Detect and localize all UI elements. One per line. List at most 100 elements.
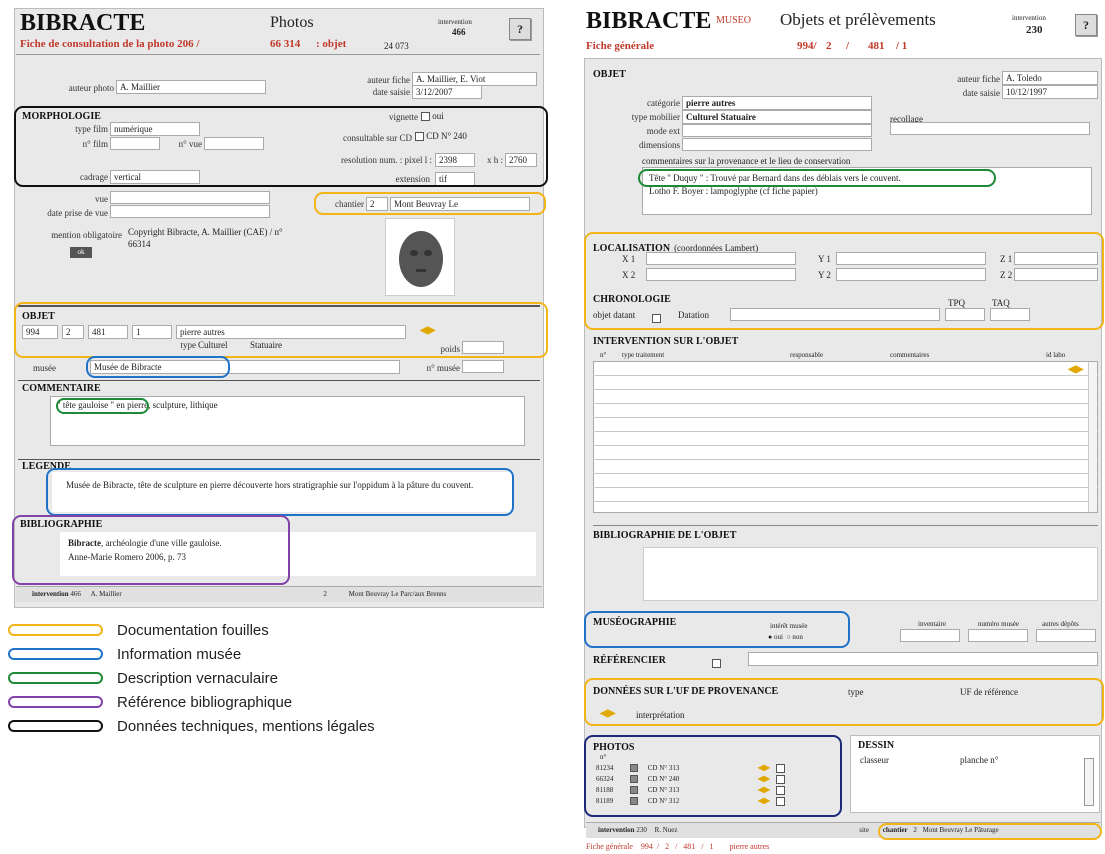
legend-label: Données techniques, mentions légales: [117, 717, 375, 735]
auteur-photo-field[interactable]: A. Maillier: [116, 80, 266, 94]
legend-item: Description vernaculaire: [8, 668, 278, 688]
left-footer-l1: intervention: [32, 590, 69, 598]
right-footer-l3: R. Nuez: [654, 826, 678, 834]
date-prise-field[interactable]: [110, 205, 270, 218]
right-date-field[interactable]: 10/12/1997: [1002, 85, 1098, 99]
legend-swatch: [8, 624, 103, 636]
musee-label: musée: [33, 363, 56, 373]
biblio-rule: [593, 525, 1098, 526]
referencier-title: RÉFÉRENCIER: [593, 655, 666, 666]
chantier-footer-highlight: [878, 823, 1102, 840]
provenance-line2: Lotho F. Boyer : lampoglyphe (cf fiche p…: [649, 186, 818, 196]
left-objet: : objet: [316, 38, 347, 50]
mention-label: mention obligatoire: [51, 230, 122, 240]
left-intervention-label: intervention: [438, 18, 472, 26]
left-help-button[interactable]: ?: [509, 18, 531, 40]
referencier-check-box[interactable]: [712, 658, 721, 668]
vue-field[interactable]: [110, 191, 270, 204]
mention-value: Copyright Bibracte, A. Maillier (CAE) / …: [128, 227, 283, 249]
right-date-label: date saisie: [962, 88, 1000, 98]
numero-musee-field[interactable]: [968, 629, 1028, 642]
intervention-col-n: n°: [600, 351, 607, 359]
intervention-col-commentaires: commentaires: [890, 351, 930, 359]
uf-highlight: [584, 678, 1104, 726]
intervention-table-row: [593, 501, 1098, 502]
right-intervention-label: intervention: [1012, 14, 1046, 22]
numero-musee-label: numéro musée: [978, 620, 1020, 628]
intervention-table-row: [593, 389, 1098, 390]
mode-field[interactable]: [682, 124, 872, 137]
intervention-col-type: type traitement: [622, 351, 665, 359]
categorie-field[interactable]: pierre autres: [682, 96, 872, 110]
autres-depots-field[interactable]: [1036, 629, 1096, 642]
dessin-scrollbar[interactable]: [1084, 758, 1094, 806]
comment-rule: [18, 380, 540, 381]
intervention-table-row: [593, 445, 1098, 446]
intervention-table-row: [593, 487, 1098, 488]
vue-label: vue: [95, 194, 108, 204]
referencier-checkbox[interactable]: [712, 654, 721, 672]
museographie-highlight: [584, 611, 850, 648]
legende-rule: [18, 459, 540, 460]
type-mobilier-label: type mobilier: [631, 112, 680, 122]
legend-swatch: [8, 720, 103, 732]
localisation-highlight: [584, 232, 1104, 330]
right-c2: 2: [826, 40, 832, 52]
right-c3: /: [846, 40, 850, 52]
left-section-title: Photos: [270, 14, 314, 31]
intervention-title: INTERVENTION SUR L'OBJET: [593, 336, 739, 347]
date-saisie-label: date saisie: [372, 87, 410, 97]
referencier-field[interactable]: [748, 652, 1098, 666]
categorie-label: catégorie: [647, 98, 680, 108]
left-footer-l2: 466: [70, 590, 81, 598]
legend-label: Référence bibliographique: [117, 693, 293, 711]
right-auteur-field[interactable]: A. Toledo: [1002, 71, 1098, 85]
type-mobilier-field[interactable]: Culturel Statuaire: [682, 110, 872, 124]
legend-item: Référence bibliographique: [8, 692, 292, 712]
intervention-scrollbar[interactable]: [1088, 362, 1097, 512]
right-objet-title: OBJET: [593, 69, 626, 80]
left-ref: 66 314: [270, 38, 301, 50]
intervention-table-row: [593, 375, 1098, 376]
left-footer: intervention 466 A. Maillier 2 Mont Beuv…: [16, 586, 542, 602]
intervention-table-row: [593, 431, 1098, 432]
right-help-button[interactable]: ?: [1075, 14, 1097, 36]
left-num: 24 073: [384, 41, 409, 51]
recollage-field[interactable]: [890, 122, 1090, 135]
legend-label: Documentation fouilles: [117, 621, 269, 639]
chantier-highlight: [314, 192, 546, 215]
legend-label: Description vernaculaire: [117, 669, 278, 687]
date-saisie-field[interactable]: 3/12/2007: [412, 85, 482, 99]
inventaire-field[interactable]: [900, 629, 960, 642]
legend-item: Données techniques, mentions légales: [8, 716, 375, 736]
morphologie-highlight: [14, 106, 548, 187]
biblio-objet-field[interactable]: [643, 547, 1098, 601]
legend-swatch: [8, 672, 103, 684]
n-musee-field[interactable]: [462, 360, 504, 373]
legend-swatch: [8, 696, 103, 708]
n-musee-label: n° musée: [426, 363, 460, 373]
autres-depots-label: autres dépôts: [1042, 620, 1079, 628]
legend-label: Information musée: [117, 645, 242, 663]
date-prise-label: date prise de vue: [47, 208, 108, 218]
ok-button[interactable]: ok: [70, 247, 92, 258]
commentaire-highlight: [56, 398, 149, 414]
left-title-rule: [16, 54, 540, 55]
intervention-table[interactable]: [593, 361, 1098, 513]
dimensions-field[interactable]: [682, 138, 872, 151]
photos-highlight: [584, 735, 842, 817]
right-section-title: Objets et prélèvements: [780, 10, 936, 29]
right-intervention-value: 230: [1026, 24, 1043, 36]
intervention-table-row: [593, 473, 1098, 474]
mode-label: mode ext: [646, 126, 680, 136]
legend-item: Documentation fouilles: [8, 620, 269, 640]
right-museo: MUSEO: [716, 15, 752, 26]
intervention-table-row: [593, 417, 1098, 418]
intervention-link-arrow-icon[interactable]: ◀▶: [1068, 364, 1083, 375]
object-photo-thumbnail: [385, 218, 455, 296]
right-footer-r0: site: [859, 826, 869, 834]
objet-highlight: [14, 302, 548, 358]
right-subtitle: Fiche générale: [586, 40, 655, 52]
auteur-fiche-field[interactable]: A. Maillier, E. Viot: [412, 72, 537, 86]
intervention-col-responsable: responsable: [790, 351, 824, 359]
